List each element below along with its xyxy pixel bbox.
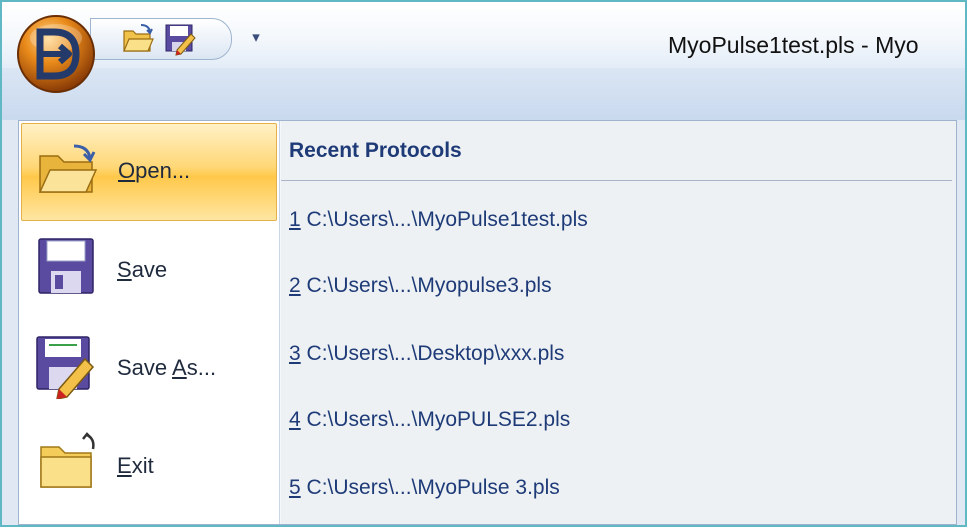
save-as-icon[interactable] (163, 22, 197, 56)
recent-file-item[interactable]: 2 C:\Users\...\Myopulse3.pls (289, 268, 552, 304)
recent-file-item[interactable]: 5 C:\Users\...\MyoPulse 3.pls (289, 470, 560, 506)
exit-folder-icon (33, 431, 99, 497)
menu-item-open[interactable]: Open... (21, 123, 277, 221)
app-menu-button[interactable] (14, 12, 98, 96)
recent-protocols-pane: Recent Protocols 1 C:\Users\...\MyoPulse… (281, 121, 956, 524)
quick-access-toolbar (90, 18, 232, 60)
menu-item-save-as[interactable]: Save As... (21, 319, 275, 415)
application-menu: Open... Save Save As... Exit Recent Prot… (18, 120, 957, 525)
recent-file-item[interactable]: 1 C:\Users\...\MyoPulse1test.pls (289, 202, 588, 238)
application-window: ▾ MyoPulse1test.pls - Myo Open... Save S… (0, 0, 967, 527)
menu-item-label: Open... (118, 158, 191, 183)
open-folder-icon[interactable] (121, 22, 155, 56)
title-bar: ▾ MyoPulse1test.pls - Myo (2, 2, 965, 69)
recent-file-item[interactable]: 4 C:\Users\...\MyoPULSE2.pls (289, 402, 570, 438)
menu-item-label: Save As... (117, 355, 217, 380)
window-title: MyoPulse1test.pls - Myo (668, 32, 919, 58)
recent-file-item[interactable]: 3 C:\Users\...\Desktop\xxx.pls (289, 336, 564, 372)
recent-protocols-heading: Recent Protocols (289, 139, 462, 162)
menu-commands-pane: Open... Save Save As... Exit (19, 121, 280, 524)
save-as-icon (33, 333, 99, 400)
customize-toolbar-dropdown[interactable]: ▾ (248, 28, 264, 48)
app-logo-icon (17, 15, 95, 93)
menu-item-exit[interactable]: Exit (21, 417, 275, 513)
ribbon-strip (2, 68, 965, 120)
save-disk-icon (33, 233, 99, 299)
open-folder-icon (34, 138, 100, 204)
menu-item-save[interactable]: Save (21, 221, 275, 317)
menu-item-label: Save (117, 257, 168, 282)
menu-item-label: Exit (117, 453, 154, 478)
divider (281, 180, 952, 181)
